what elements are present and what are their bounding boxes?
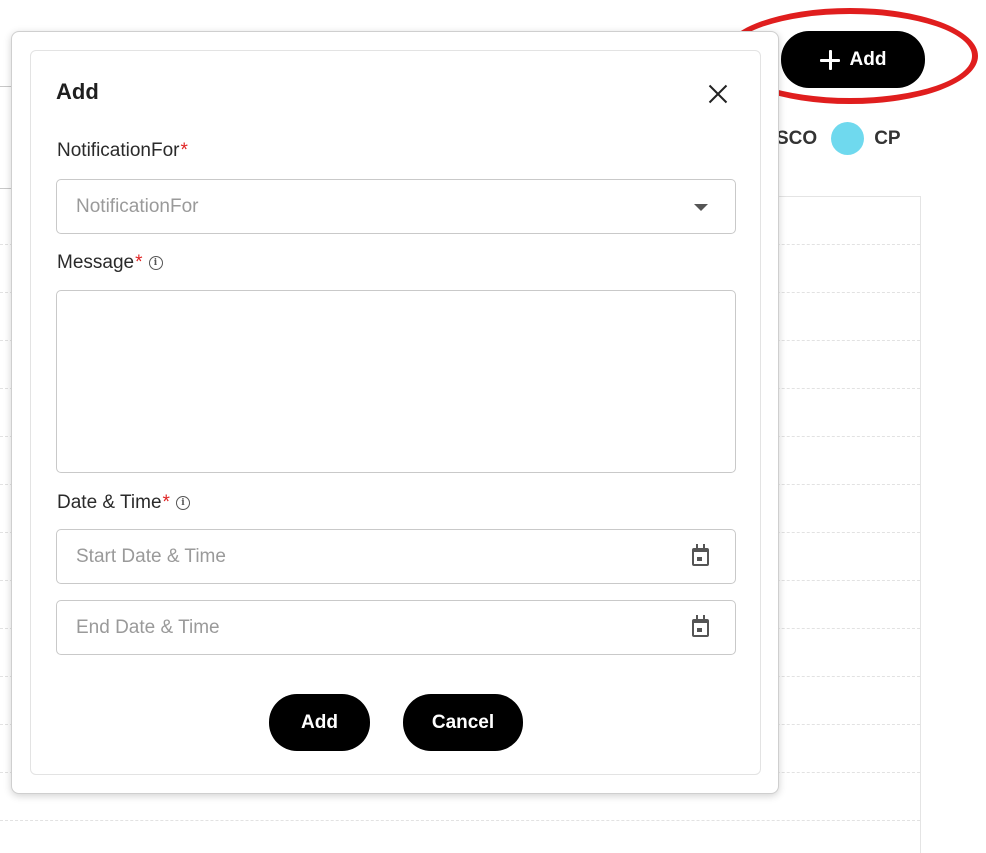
end-date-time-input[interactable] xyxy=(57,600,692,655)
plus-icon xyxy=(819,49,840,70)
legend-label-sco: SCO xyxy=(776,127,818,149)
start-date-time-input[interactable] xyxy=(57,529,692,584)
submit-add-button[interactable]: Add xyxy=(269,694,370,751)
date-time-label: Date & Time * i xyxy=(57,492,190,514)
end-date-time-field xyxy=(56,600,736,655)
modal-title: Add xyxy=(56,79,99,104)
required-mark: * xyxy=(135,252,143,273)
notification-for-label-text: NotificationFor xyxy=(57,140,180,161)
caret-down-icon xyxy=(694,204,708,211)
notification-for-select[interactable]: NotificationFor xyxy=(56,179,736,234)
message-textarea-wrapper xyxy=(56,290,736,473)
add-button-label: Add xyxy=(849,48,887,70)
message-label: Message * i xyxy=(57,252,163,274)
calendar-icon[interactable] xyxy=(692,614,709,637)
notification-for-label: NotificationFor * xyxy=(57,140,188,162)
chart-gridline xyxy=(0,820,920,821)
cancel-button[interactable]: Cancel xyxy=(403,694,523,751)
chart-frame-right xyxy=(920,196,921,853)
chart-frame-top xyxy=(776,196,921,197)
info-icon[interactable]: i xyxy=(175,496,190,510)
calendar-icon[interactable] xyxy=(692,543,709,566)
close-icon[interactable] xyxy=(703,79,733,109)
legend: SCO CP xyxy=(776,122,901,155)
notification-for-placeholder: NotificationFor xyxy=(76,195,199,217)
date-time-label-text: Date & Time xyxy=(57,492,162,513)
required-mark: * xyxy=(162,492,170,513)
add-notification-modal: Add NotificationFor * NotificationFor Mes… xyxy=(11,31,779,794)
message-textarea[interactable] xyxy=(57,291,735,472)
legend-swatch-cp xyxy=(831,122,865,155)
add-button[interactable]: Add xyxy=(781,31,925,88)
message-label-text: Message xyxy=(57,252,135,273)
required-mark: * xyxy=(180,140,188,161)
start-date-time-field xyxy=(56,529,736,584)
info-icon[interactable]: i xyxy=(148,256,163,270)
legend-label-cp: CP xyxy=(874,127,901,149)
